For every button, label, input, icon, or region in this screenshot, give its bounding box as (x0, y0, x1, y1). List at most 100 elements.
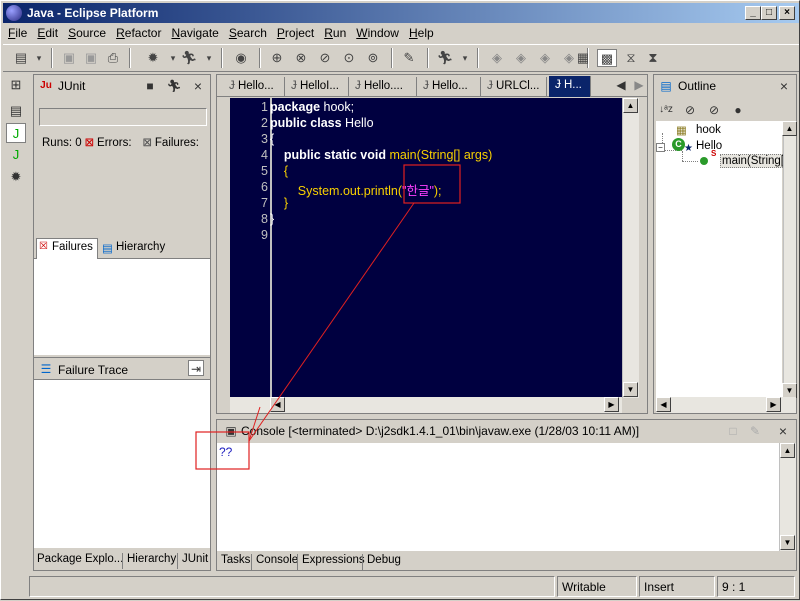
code-line[interactable]: } (270, 196, 288, 210)
tab-package-explorer[interactable]: Package Explo... (37, 553, 123, 565)
hide-fields-icon[interactable]: ⊘ (682, 102, 698, 118)
open-class-icon[interactable]: ⊗ (291, 49, 311, 67)
tab-hierarchy[interactable]: Hierarchy (116, 241, 165, 253)
clear-console-icon[interactable]: ✎ (747, 423, 763, 439)
minimize-button[interactable]: _ (745, 6, 761, 20)
chevron-down-icon[interactable]: ▾ (29, 49, 49, 67)
scroll-up-icon[interactable]: ▲ (623, 98, 638, 113)
scroll-down-icon[interactable]: ▼ (623, 382, 638, 397)
console-vertical-scrollbar[interactable]: ▲ ▼ (779, 443, 796, 551)
run-icon[interactable]: 🏃︎ (179, 49, 199, 67)
console-output[interactable]: ?? (217, 443, 779, 551)
open-interface-icon[interactable]: ⊘ (315, 49, 335, 67)
failures-list[interactable] (34, 259, 210, 355)
ruler-icon[interactable]: ⧗ (643, 49, 663, 67)
run-last-icon[interactable]: 🏃︎ (435, 49, 455, 67)
close-icon[interactable]: × (776, 78, 792, 94)
scroll-left-icon[interactable]: ◀ (656, 397, 671, 412)
editor-vertical-scrollbar[interactable]: ▲ ▼ (622, 98, 639, 398)
java-browsing-perspective-icon[interactable]: J (6, 145, 26, 165)
back-icon[interactable]: ◈ (535, 49, 555, 67)
code-line[interactable]: } (270, 212, 274, 226)
menu-edit[interactable]: Edit (32, 24, 63, 40)
hide-nonpublic-icon[interactable]: ● (730, 102, 746, 118)
menu-search[interactable]: Search (224, 24, 272, 40)
code-line[interactable]: public class Hello (270, 116, 374, 130)
code-area[interactable]: 1 package hook; 2 public class Hello 3{4 pub… (230, 98, 622, 398)
tab-tasks[interactable]: Tasks (221, 554, 250, 566)
tab-scroll-right-icon[interactable]: ▶ (631, 77, 647, 93)
outline-item-hello[interactable]: Hello (696, 140, 722, 152)
scroll-down-icon[interactable]: ▼ (780, 535, 795, 550)
open-perspective-icon[interactable]: ⊞ (6, 75, 26, 95)
code-line[interactable]: public static void main(String[] args) (270, 148, 492, 162)
scroll-right-icon[interactable]: ▶ (766, 397, 781, 412)
edit-icon[interactable]: ✎ (399, 49, 419, 67)
open-resource-icon[interactable]: ⊚ (363, 49, 383, 67)
rerun-icon[interactable]: 🏃︎ (166, 78, 182, 94)
maximize-button[interactable]: □ (761, 6, 777, 20)
chevron-down-icon[interactable]: ▾ (199, 49, 219, 67)
outline-item-hook[interactable]: hook (696, 124, 721, 136)
editor-horizontal-scrollbar[interactable]: ◀ ▶ (230, 397, 622, 413)
java-perspective-icon[interactable]: J (6, 123, 26, 143)
menu-navigate[interactable]: Navigate (166, 24, 223, 40)
menu-source[interactable]: Source (63, 24, 111, 40)
scroll-up-icon[interactable]: ▲ (780, 443, 795, 458)
outline-vertical-scrollbar[interactable]: ▲ ▼ (782, 121, 797, 399)
outline-horizontal-scrollbar[interactable]: ◀ ▶ (656, 397, 796, 413)
editor-tab[interactable]: Ɉ Hello.... (349, 77, 417, 97)
debug-icon[interactable]: ✹ (143, 49, 163, 67)
save-icon[interactable]: ▣ (59, 49, 79, 67)
code-line[interactable]: System.out.println("한글"); (270, 180, 442, 199)
editor-tab[interactable]: Ɉ Hello... (417, 77, 481, 97)
close-icon[interactable]: × (775, 423, 791, 439)
menu-file[interactable]: File (3, 24, 32, 40)
sort-icon[interactable]: ↓ᵃz (658, 102, 674, 118)
tab-scroll-left-icon[interactable]: ◀ (613, 77, 629, 93)
tab-expressions[interactable]: Expressions (302, 554, 365, 566)
scroll-down-icon[interactable]: ▼ (782, 383, 797, 398)
split-icon[interactable]: ⧖ (621, 49, 641, 67)
stop-icon[interactable]: ■ (142, 78, 158, 94)
tab-junit[interactable]: JUnit (182, 553, 208, 565)
debug-perspective-icon[interactable]: ✹ (6, 167, 26, 187)
new-wizard-icon[interactable]: ▤ (11, 49, 31, 67)
menu-project[interactable]: Project (272, 24, 319, 40)
resource-perspective-icon[interactable]: ▤ (6, 101, 26, 121)
close-button[interactable]: × (779, 6, 795, 20)
open-type-icon[interactable]: ⊕ (267, 49, 287, 67)
title-bar[interactable]: Java - Eclipse Platform _ □ × (3, 3, 799, 23)
hide-static-icon[interactable]: ⊘ (706, 102, 722, 118)
print-icon[interactable]: ⎙ (103, 49, 123, 67)
menu-refactor[interactable]: Refactor (111, 24, 166, 40)
chevron-down-icon[interactable]: ▾ (455, 49, 475, 67)
show-source-icon[interactable]: ▦ (573, 49, 593, 67)
search-icon[interactable]: ◉ (231, 49, 251, 67)
editor-tab-active[interactable]: Ɉ H... (549, 76, 591, 97)
editor-tab[interactable]: Ɉ URLCl... (481, 77, 547, 97)
menu-help[interactable]: Help (404, 24, 439, 40)
code-line[interactable]: package hook; (270, 100, 354, 114)
code-line[interactable]: { (270, 132, 274, 146)
toggle-view-icon[interactable]: ▩ (597, 49, 617, 67)
tab-hierarchy-view[interactable]: Hierarchy (127, 553, 176, 565)
scroll-right-icon[interactable]: ▶ (604, 397, 619, 412)
terminate-icon[interactable]: □ (725, 423, 741, 439)
failure-trace-area[interactable] (34, 380, 210, 548)
menu-run[interactable]: Run (319, 24, 351, 40)
tab-console[interactable]: Console (256, 554, 298, 566)
filter-stack-icon[interactable]: ⇥ (188, 360, 204, 376)
editor-tab[interactable]: Ɉ HelloI... (285, 77, 349, 97)
scroll-left-icon[interactable]: ◀ (270, 397, 285, 412)
editor-tab[interactable]: Ɉ Hello... (223, 77, 285, 97)
scroll-up-icon[interactable]: ▲ (782, 121, 797, 136)
close-icon[interactable]: × (190, 78, 206, 94)
code-line[interactable]: { (270, 164, 288, 178)
open-package-icon[interactable]: ⊙ (339, 49, 359, 67)
collapse-icon[interactable]: − (656, 143, 665, 152)
tab-debug[interactable]: Debug (367, 554, 401, 566)
tab-failures[interactable]: Failures (52, 241, 93, 253)
menu-window[interactable]: Window (351, 24, 404, 40)
annotation-next-icon[interactable]: ◈ (511, 49, 531, 67)
